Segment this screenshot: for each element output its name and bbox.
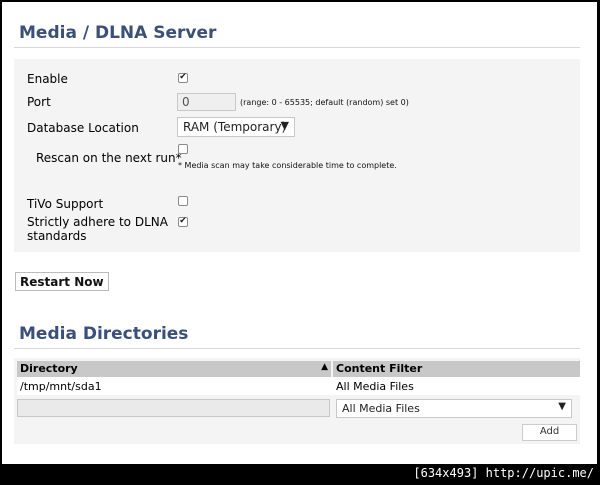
title-divider xyxy=(14,47,580,48)
dropdown-arrow-icon: ▼ xyxy=(280,119,289,132)
new-content-filter-value: All Media Files xyxy=(342,402,420,415)
strict-dlna-label-line2: standards xyxy=(27,229,87,243)
strict-dlna-checkbox[interactable] xyxy=(178,217,188,227)
content-filter-cell: All Media Files xyxy=(336,380,414,393)
watermark-bar: [634x493] http://upic.me/ xyxy=(0,464,600,485)
watermark-text: [634x493] http://upic.me/ xyxy=(413,466,594,480)
port-label: Port xyxy=(27,95,51,109)
directory-cell: /tmp/mnt/sda1 xyxy=(20,380,102,393)
dropdown-arrow-icon: ▼ xyxy=(558,401,566,412)
sort-up-icon: ▲ xyxy=(321,362,328,372)
tivo-label: TiVo Support xyxy=(27,197,104,211)
strict-dlna-label-line1: Strictly adhere to DLNA xyxy=(27,215,168,229)
tivo-checkbox[interactable] xyxy=(178,196,188,206)
database-location-label: Database Location xyxy=(27,121,139,135)
directories-title-divider xyxy=(14,348,580,349)
new-directory-input[interactable] xyxy=(17,399,330,417)
enable-checkbox[interactable] xyxy=(178,73,188,83)
add-directory-button[interactable]: Add xyxy=(522,424,577,441)
column-header-directory[interactable]: Directory ▲ xyxy=(17,361,331,377)
new-content-filter-select[interactable]: All Media Files ▼ xyxy=(336,399,572,418)
rescan-checkbox[interactable] xyxy=(178,144,188,154)
column-header-content-filter[interactable]: Content Filter xyxy=(333,361,580,377)
port-input[interactable]: 0 xyxy=(177,93,236,111)
rescan-hint: * Media scan may take considerable time … xyxy=(178,161,397,170)
media-directories-title: Media Directories xyxy=(19,324,189,344)
directory-header-label: Directory xyxy=(20,362,78,375)
page-title: Media / DLNA Server xyxy=(19,23,217,43)
enable-label: Enable xyxy=(27,72,68,86)
database-location-value: RAM (Temporary) xyxy=(183,120,287,134)
database-location-select[interactable]: RAM (Temporary) ▼ xyxy=(177,117,295,137)
restart-now-button[interactable]: Restart Now xyxy=(15,272,109,291)
port-hint: (range: 0 - 65535; default (random) set … xyxy=(240,98,409,107)
strict-dlna-label: Strictly adhere to DLNA standards xyxy=(27,215,168,243)
rescan-label: Rescan on the next run* xyxy=(36,151,182,165)
